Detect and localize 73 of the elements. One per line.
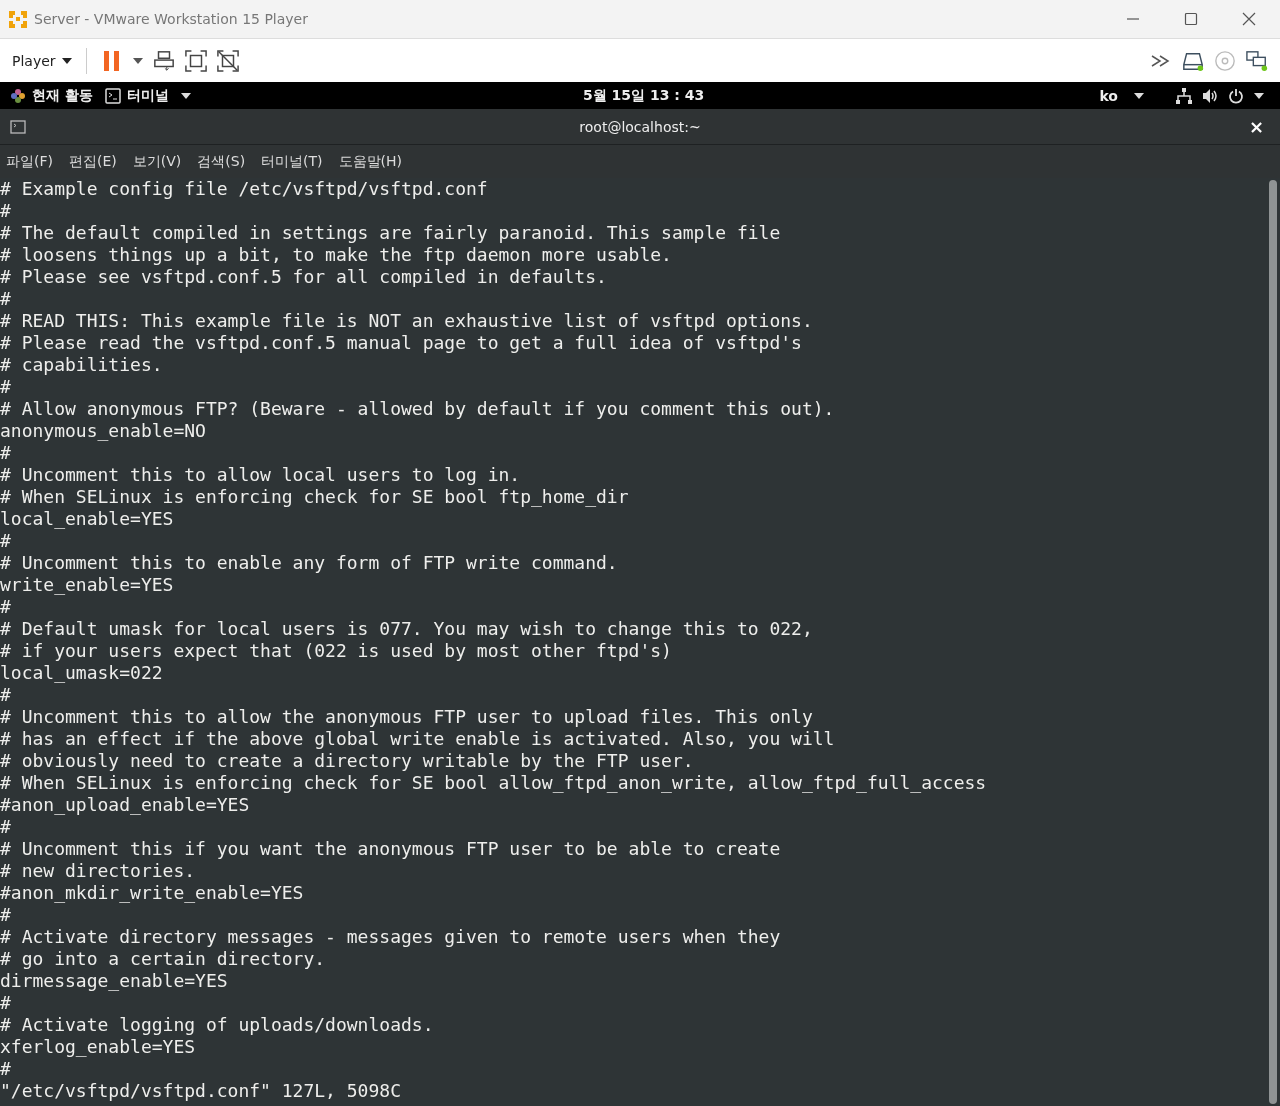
terminal-line: # [0, 816, 11, 838]
terminal-line: # When SELinux is enforcing check for SE bool ftp_home_dir [0, 486, 629, 508]
terminal-icon [104, 87, 121, 104]
terminal-line: #anon_mkdir_write_enable=YES [0, 882, 304, 904]
terminal-line: # [0, 904, 11, 926]
terminal-line: # [0, 288, 11, 310]
terminal-line: # Uncomment this to allow local users to log in. [0, 464, 521, 486]
caret-icon[interactable] [132, 57, 143, 64]
caret-icon[interactable] [1134, 92, 1144, 99]
terminal-line: dirmessage_enable=YES [0, 970, 228, 992]
terminal-icon [10, 118, 26, 135]
terminal-line: # Please read the vsftpd.conf.5 manual page to get a full idea of vsftpd's [0, 332, 802, 354]
power-icon[interactable] [1228, 87, 1244, 104]
caret-icon[interactable] [180, 92, 191, 99]
input-method[interactable]: ko [1099, 87, 1118, 104]
caret-icon[interactable] [61, 57, 72, 64]
terminal-line: # Example config file /etc/vsftpd/vsftpd.conf [0, 178, 488, 200]
volume-icon[interactable] [1202, 87, 1218, 104]
terminal-line: # Uncomment this to enable any form of FTP write command. [0, 552, 618, 574]
terminal-title: root@localhost:~ [579, 118, 701, 135]
terminal-line: # obviously need to create a directory writable by the FTP user. [0, 750, 694, 772]
terminal-line: xferlog_enable=YES [0, 1036, 196, 1058]
status-line: "/etc/vsftpd/vsftpd.conf" 127L, 5098C [0, 1080, 401, 1102]
menu-item[interactable]: 편집(E) [69, 152, 117, 171]
fullscreen-icon[interactable] [184, 49, 207, 72]
terminal-line: # [0, 442, 11, 464]
menu-item[interactable]: 도움말(H) [338, 152, 403, 171]
maximize-icon[interactable] [1184, 12, 1198, 26]
terminal-line: # Allow anonymous FTP? (Beware - allowed by default if you comment this out). [0, 398, 835, 420]
terminal-line: # Activate directory messages - messages given to remote users when they [0, 926, 781, 948]
network-adapter-icon[interactable] [1246, 49, 1268, 72]
terminal-line: # Activate logging of uploads/downloads. [0, 1014, 434, 1036]
terminal-line: # capabilities. [0, 354, 163, 376]
terminal-line: # [0, 200, 11, 222]
flower-icon [10, 87, 26, 104]
terminal-line: # has an effect if the above global write enable is activated. Also, you will [0, 728, 835, 750]
terminal-line: # [0, 992, 11, 1014]
player-menu-button[interactable]: Player [12, 52, 72, 69]
terminal-line: # Uncomment this to allow the anonymous FTP user to upload files. This only [0, 706, 813, 728]
close-icon[interactable] [1242, 12, 1256, 26]
activities-button[interactable]: 현재 활동 [32, 86, 93, 105]
terminal-line: # Please see vsftpd.conf.5 for all compiled in defaults. [0, 266, 607, 288]
terminal-line: # new directories. [0, 860, 196, 882]
scrollbar-thumb[interactable] [1269, 180, 1277, 1104]
terminal-line: write_enable=YES [0, 574, 174, 596]
terminal-line: # [0, 596, 11, 618]
terminal-line: # The default compiled in settings are fairly paranoid. This sample file [0, 222, 781, 244]
terminal-line: # [0, 530, 11, 552]
menu-item[interactable]: 검색(S) [197, 152, 246, 171]
close-button[interactable]: × [1248, 116, 1270, 137]
terminal-line: # loosens things up a bit, to make the ftp daemon more usable. [0, 244, 672, 266]
terminal-line: # READ THIS: This example file is NOT an exhaustive list of vsftpd options. [0, 310, 813, 332]
app-logo-icon [8, 9, 28, 29]
terminal-line: # if your users expect that (022 is used by most other ftpd's) [0, 640, 672, 662]
caret-icon[interactable] [1254, 92, 1264, 99]
menu-item[interactable]: 터미널(T) [261, 152, 323, 171]
app-menu[interactable]: 터미널 [126, 86, 169, 105]
terminal-line: # [0, 684, 11, 706]
terminal-line: # [0, 1058, 11, 1080]
terminal-line: local_umask=022 [0, 662, 163, 684]
terminal-line: anonymous_enable=NO [0, 420, 206, 442]
terminal-line: # When SELinux is enforcing check for SE bool allow_ftpd_anon_write, allow_ftpd_full_access [0, 772, 987, 794]
terminal-line: # Default umask for local users is 077. You may wish to change this to 022, [0, 618, 813, 640]
network-icon[interactable] [1176, 87, 1192, 104]
terminal-line: # go into a certain directory. [0, 948, 326, 970]
terminal-line: #anon_upload_enable=YES [0, 794, 250, 816]
terminal-line: local_enable=YES [0, 508, 174, 530]
menu-item[interactable]: 보기(V) [132, 152, 182, 171]
clock[interactable]: 5월 15일 13 : 43 [583, 87, 705, 105]
menu-item[interactable]: 파일(F) [6, 152, 53, 171]
terminal-line: # [0, 376, 11, 398]
terminal-line: # Uncomment this if you want the anonymous FTP user to be able to create [0, 838, 781, 860]
window-title: Server - VMware Workstation 15 Player [34, 11, 308, 27]
